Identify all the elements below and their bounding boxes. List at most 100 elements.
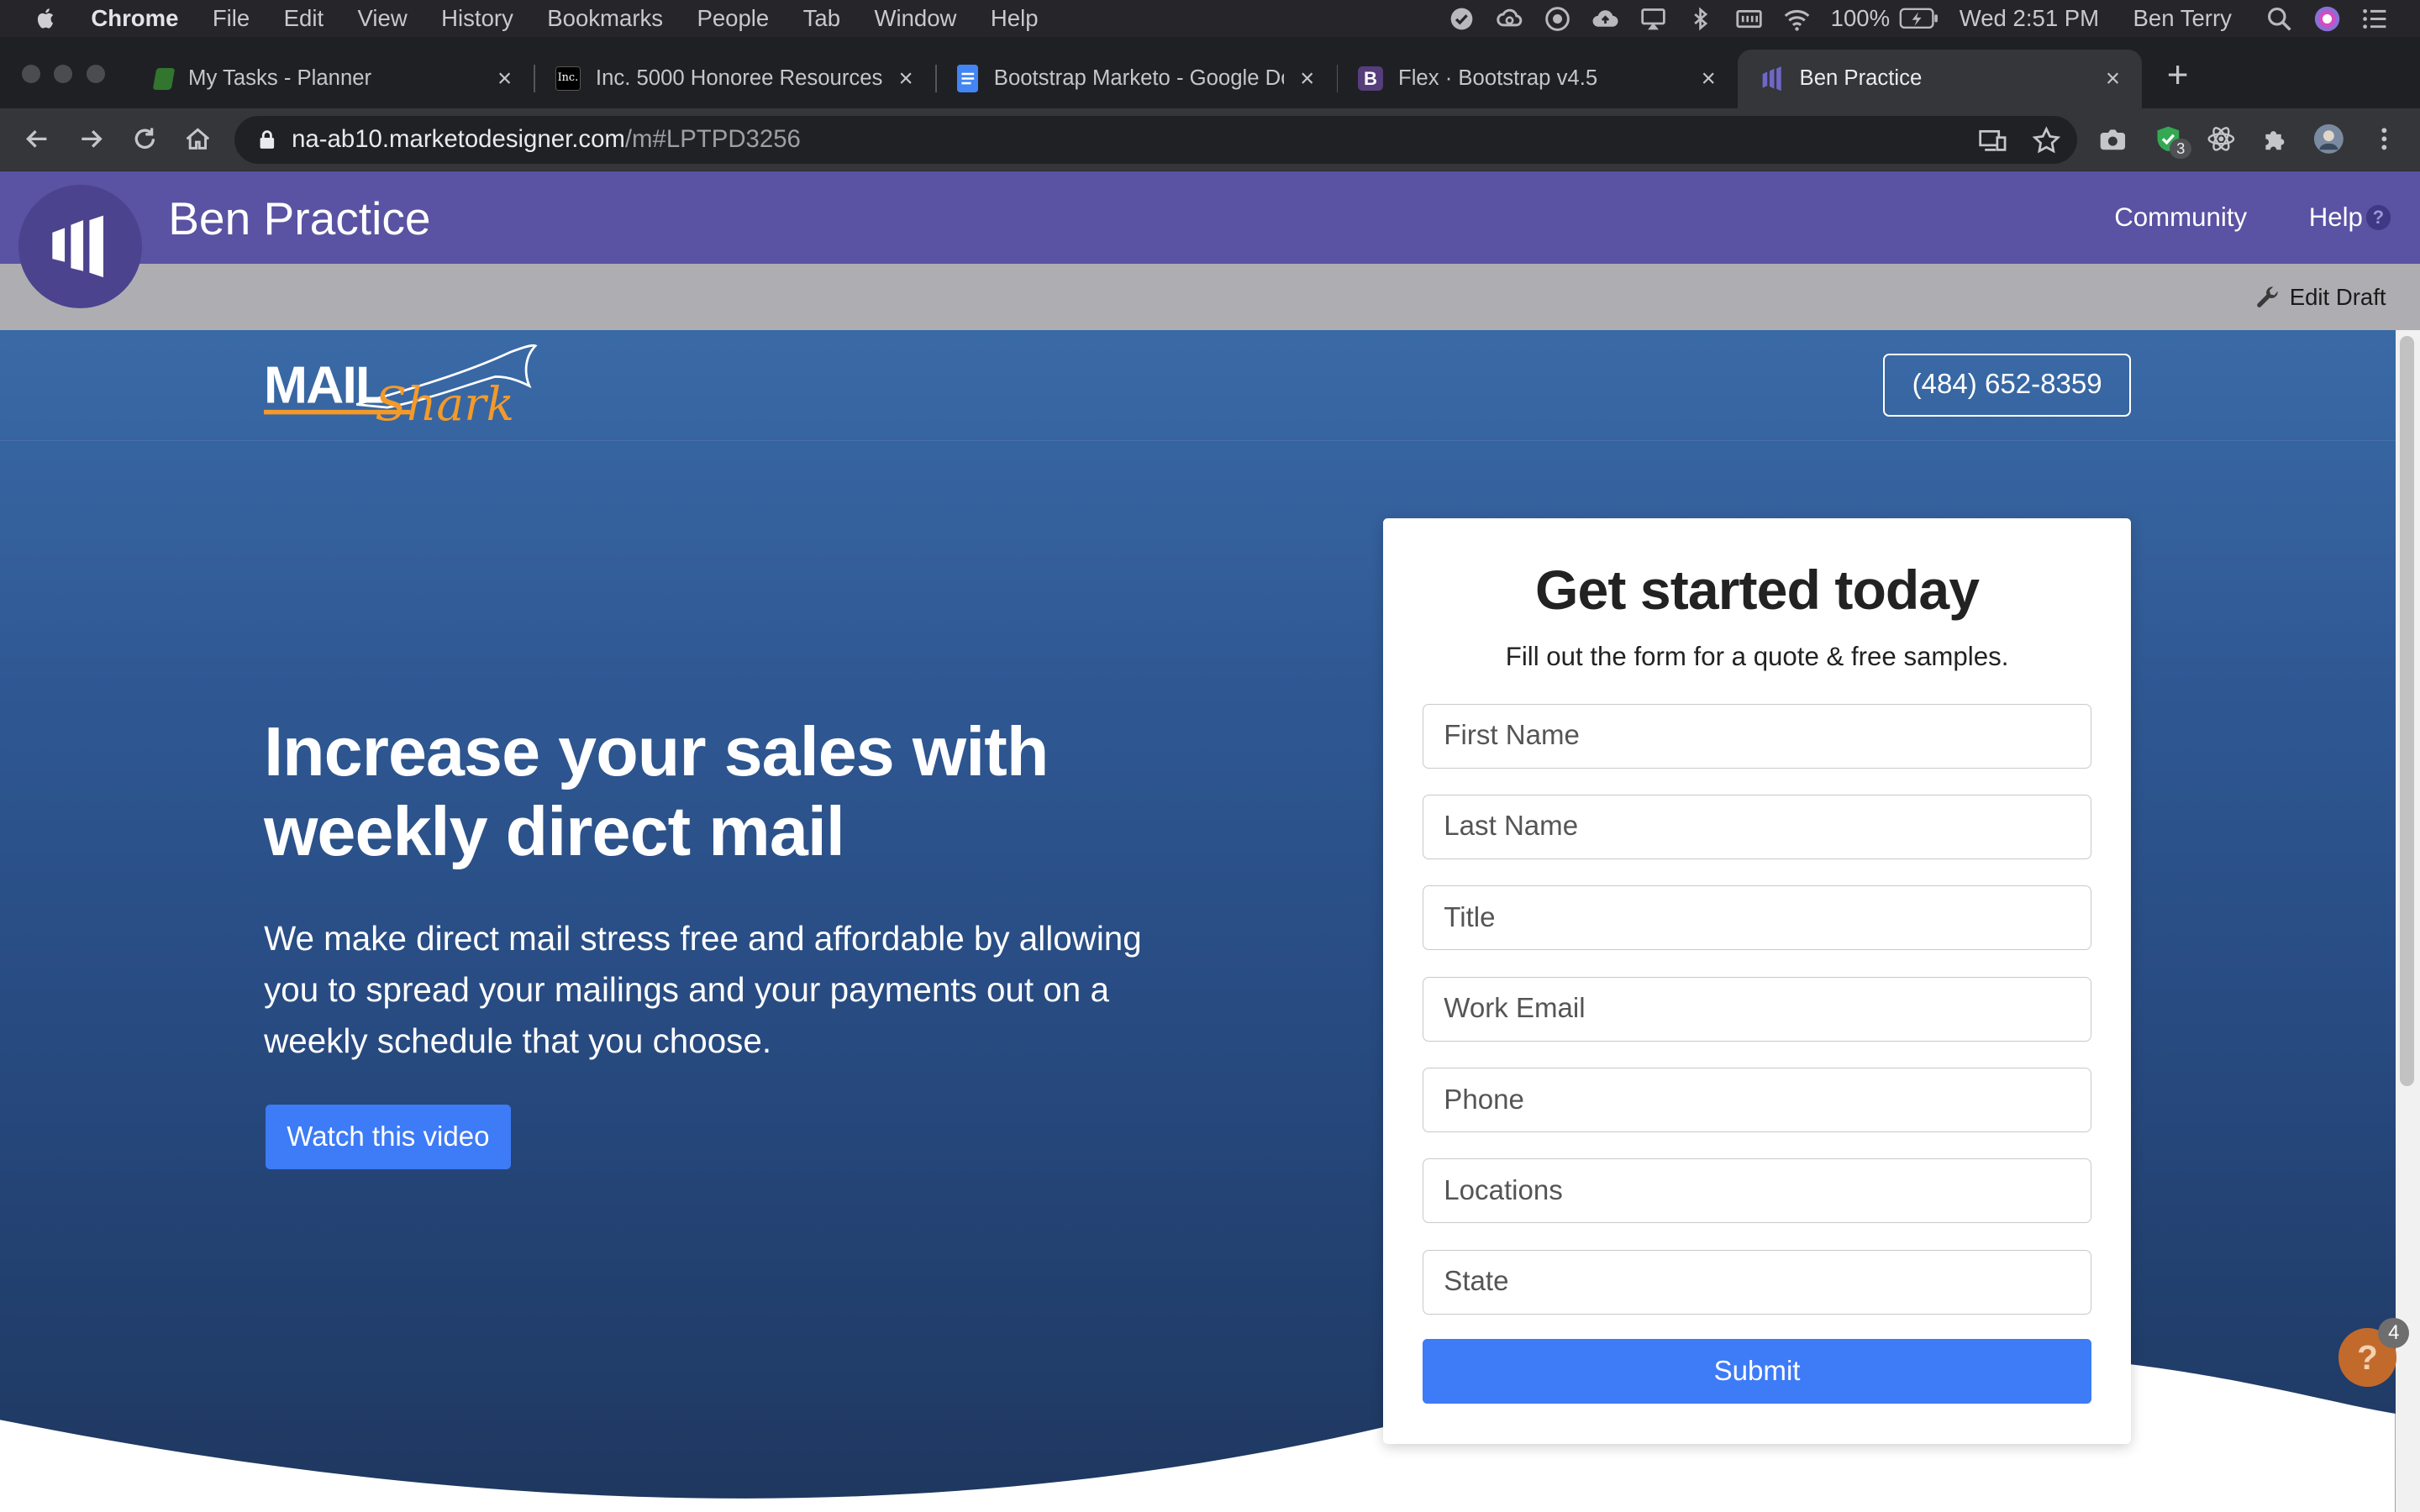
extension-react-devtools[interactable] bbox=[2202, 120, 2239, 157]
state-field[interactable] bbox=[1423, 1249, 2091, 1315]
airplay-icon[interactable] bbox=[1639, 5, 1667, 33]
kebab-menu-icon bbox=[2381, 128, 2387, 150]
extensions-menu-button[interactable] bbox=[2256, 120, 2293, 157]
community-link[interactable]: Community bbox=[2114, 202, 2247, 233]
sync-icon[interactable] bbox=[1544, 5, 1571, 33]
macos-menubar: Chrome File Edit View History Bookmarks … bbox=[0, 0, 2420, 38]
cast-devices-icon[interactable] bbox=[1977, 125, 2008, 156]
tab-title: My Tasks - Planner bbox=[188, 66, 372, 91]
bootstrap-favicon-icon: B bbox=[1358, 66, 1383, 92]
tab-close-icon[interactable]: × bbox=[1697, 66, 1719, 91]
home-button[interactable] bbox=[179, 120, 216, 157]
url-text: na-ab10.marketodesigner.com/m#LPTPD3256 bbox=[292, 125, 801, 154]
tab-my-tasks[interactable]: My Tasks - Planner × bbox=[133, 50, 536, 108]
form-subtitle: Fill out the form for a quote & free sam… bbox=[1505, 642, 2009, 672]
tab-title: Inc. 5000 Honoree Resources bbox=[595, 66, 883, 91]
minimize-window-button[interactable] bbox=[54, 65, 73, 84]
menu-app-name[interactable]: Chrome bbox=[91, 5, 178, 32]
locations-field[interactable] bbox=[1423, 1158, 2091, 1224]
help-widget-badge: 4 bbox=[2378, 1317, 2410, 1349]
menu-bookmarks[interactable]: Bookmarks bbox=[547, 5, 663, 32]
url-path: /m#LPTPD3256 bbox=[624, 125, 801, 154]
phone-field[interactable] bbox=[1423, 1067, 2091, 1133]
title-field[interactable] bbox=[1423, 885, 2091, 951]
zoom-window-button[interactable] bbox=[86, 65, 105, 84]
memory-icon[interactable] bbox=[1735, 5, 1763, 33]
cloud-upload-icon[interactable] bbox=[1591, 5, 1619, 33]
logo-wordmark: MAIL bbox=[264, 355, 387, 414]
tab-ben-practice[interactable]: Ben Practice × bbox=[1738, 49, 2143, 108]
marketo-favicon-icon bbox=[1760, 66, 1784, 92]
tab-flex-bootstrap[interactable]: B Flex · Bootstrap v4.5 × bbox=[1337, 50, 1739, 108]
google-docs-favicon-icon bbox=[956, 65, 979, 93]
camera-icon bbox=[2100, 129, 2126, 150]
battery-icon[interactable] bbox=[1899, 5, 1939, 33]
menu-edit[interactable]: Edit bbox=[284, 5, 324, 32]
help-link[interactable]: Help bbox=[2309, 202, 2363, 233]
inc-favicon-icon: Inc. bbox=[555, 66, 581, 92]
menubar-status-area: 100% Wed 2:51 PM Ben Terry bbox=[1448, 0, 2420, 37]
arrow-left-icon bbox=[25, 129, 47, 148]
wrench-icon bbox=[2257, 286, 2278, 308]
designer-subbar bbox=[0, 264, 2420, 331]
notification-center-icon[interactable] bbox=[2361, 5, 2389, 33]
page-title: Ben Practice bbox=[168, 192, 431, 244]
reload-button[interactable] bbox=[127, 120, 164, 157]
battery-percent: 100% bbox=[1830, 5, 1891, 32]
creative-cloud-icon[interactable] bbox=[1496, 5, 1523, 33]
tab-bootstrap-marketo-doc[interactable]: Bootstrap Marketo - Google Docs × bbox=[935, 50, 1339, 108]
tab-close-icon[interactable]: × bbox=[895, 66, 917, 91]
bookmark-star-icon[interactable] bbox=[2031, 125, 2062, 156]
phone-button[interactable]: (484) 652-8359 bbox=[1882, 353, 2132, 417]
bluetooth-icon[interactable] bbox=[1687, 5, 1715, 33]
checkmark-icon[interactable] bbox=[1448, 5, 1476, 33]
apple-icon[interactable] bbox=[34, 6, 58, 30]
address-bar[interactable]: na-ab10.marketodesigner.com/m#LPTPD3256 bbox=[234, 115, 2078, 164]
hero-headline: Increase your sales with weekly direct m… bbox=[264, 711, 1049, 871]
edit-draft-button[interactable]: Edit Draft bbox=[2255, 284, 2386, 311]
profile-avatar[interactable] bbox=[2311, 120, 2348, 157]
marketo-logo[interactable] bbox=[18, 185, 142, 309]
menu-history[interactable]: History bbox=[441, 5, 513, 32]
help-question-icon[interactable]: ? bbox=[2365, 205, 2391, 230]
work-email-field[interactable] bbox=[1423, 976, 2091, 1042]
tab-inc-5000[interactable]: Inc. Inc. 5000 Honoree Resources × bbox=[534, 50, 937, 108]
quote-form-card: Get started today Fill out the form for … bbox=[1382, 518, 2132, 1445]
tab-title: Flex · Bootstrap v4.5 bbox=[1398, 66, 1598, 91]
first-name-field[interactable] bbox=[1423, 703, 2091, 769]
menu-window[interactable]: Window bbox=[874, 5, 956, 32]
tab-close-icon[interactable]: × bbox=[494, 66, 516, 91]
extension-screenshot[interactable] bbox=[2094, 120, 2131, 157]
avatar-icon bbox=[2314, 123, 2344, 154]
extension-shield[interactable]: 3 bbox=[2150, 120, 2192, 160]
puzzle-icon bbox=[2265, 131, 2285, 150]
mailshark-logo[interactable]: MAIL Shark bbox=[264, 343, 539, 429]
menu-help[interactable]: Help bbox=[991, 5, 1039, 32]
menu-tab[interactable]: Tab bbox=[803, 5, 840, 32]
wifi-icon[interactable] bbox=[1783, 5, 1811, 33]
menubar-clock[interactable]: Wed 2:51 PM bbox=[1960, 5, 2099, 32]
last-name-field[interactable] bbox=[1423, 794, 2091, 860]
marketo-logo-icon bbox=[52, 216, 104, 278]
tab-close-icon[interactable]: × bbox=[2102, 66, 2124, 91]
forward-button[interactable] bbox=[72, 120, 109, 157]
siri-icon[interactable] bbox=[2313, 5, 2341, 33]
lock-icon[interactable] bbox=[256, 129, 278, 150]
scrollbar-thumb[interactable] bbox=[2400, 336, 2414, 1087]
logo-script: Shark bbox=[375, 377, 514, 429]
spotlight-search-icon[interactable] bbox=[2265, 5, 2293, 33]
submit-button[interactable]: Submit bbox=[1423, 1339, 2091, 1404]
back-button[interactable] bbox=[18, 120, 55, 157]
planner-favicon-icon bbox=[152, 67, 175, 90]
chrome-menu-button[interactable] bbox=[2366, 120, 2403, 157]
menubar-user[interactable]: Ben Terry bbox=[2133, 5, 2232, 32]
new-tab-button[interactable]: + bbox=[2160, 56, 2194, 93]
tab-close-icon[interactable]: × bbox=[1297, 66, 1318, 91]
close-window-button[interactable] bbox=[21, 65, 40, 84]
menu-file[interactable]: File bbox=[213, 5, 250, 32]
watch-video-button[interactable]: Watch this video bbox=[265, 1105, 511, 1170]
menu-people[interactable]: People bbox=[697, 5, 769, 32]
menu-view[interactable]: View bbox=[358, 5, 408, 32]
window-controls bbox=[21, 65, 105, 84]
react-atom-icon bbox=[2207, 127, 2234, 151]
